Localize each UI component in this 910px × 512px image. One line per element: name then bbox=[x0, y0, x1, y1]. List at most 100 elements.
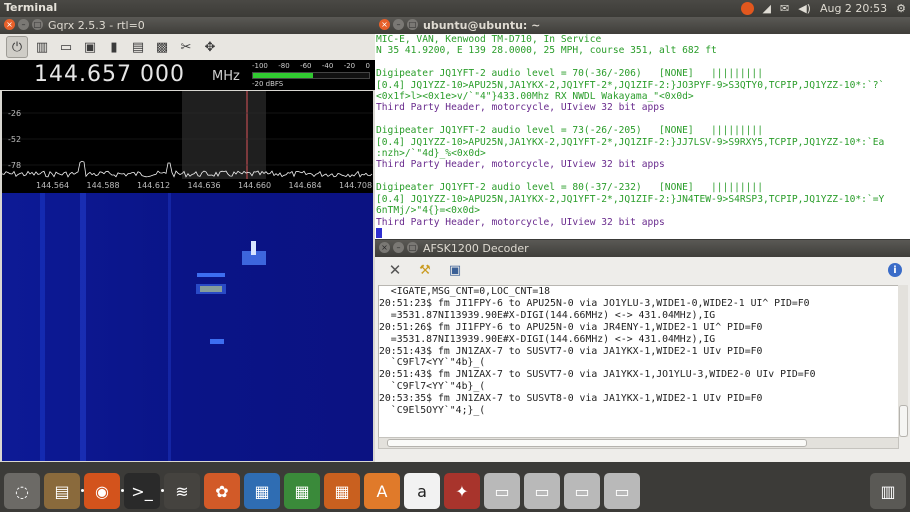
gqrx-window: × – □ Gqrx 2.5.3 - rtl=0 ⏻ ▥ ▭ ▣ ▮ ▤ ▩ ✂… bbox=[0, 17, 375, 462]
minimize-icon[interactable]: – bbox=[393, 19, 404, 30]
clock[interactable]: Aug 2 20:53 bbox=[820, 2, 887, 15]
terminal-line: 6nTMj/>"4{}=<0x0d> bbox=[376, 205, 480, 217]
trash-icon[interactable]: ▥ bbox=[870, 473, 906, 509]
maximize-icon[interactable]: □ bbox=[407, 242, 418, 253]
scrollbar-thumb[interactable] bbox=[899, 405, 908, 437]
terminal-line: [0.4] JQ1YZZ-10>APU25N,JA1YKX-2,JQ1YFT-2… bbox=[376, 193, 885, 205]
terminal-line: Digipeater JQ1YFT-2 audio level = 73(-26… bbox=[376, 125, 763, 137]
close-icon[interactable]: × bbox=[4, 19, 15, 30]
frequency-value[interactable]: 144.657 000 bbox=[34, 62, 185, 87]
top-panel: Terminal ◢ ✉ ◀) Aug 2 20:53 ⚙ bbox=[0, 0, 910, 17]
running-indicator bbox=[81, 489, 84, 492]
filter-passband[interactable] bbox=[182, 91, 266, 179]
terminal-line: Digipeater JQ1YFT-2 audio level = 80(-37… bbox=[376, 182, 763, 194]
save-icon[interactable]: ▣ bbox=[445, 260, 465, 280]
decoder-toolbar: ✕ ⚒ ▣ i bbox=[375, 257, 910, 283]
maximize-icon[interactable]: □ bbox=[32, 19, 43, 30]
decoder-title: AFSK1200 Decoder bbox=[423, 242, 529, 255]
gear-icon[interactable]: ⚙ bbox=[896, 2, 906, 15]
amazon-icon[interactable]: a bbox=[404, 473, 440, 509]
spectrum-x-label: 144.588 bbox=[87, 181, 120, 190]
gqrx-titlebar[interactable]: × – □ Gqrx 2.5.3 - rtl=0 bbox=[0, 17, 375, 34]
broom-icon[interactable]: ⚒ bbox=[415, 260, 435, 280]
ubuntu-update-icon[interactable] bbox=[740, 2, 754, 15]
save-icon[interactable]: ▣ bbox=[80, 37, 100, 57]
mail-icon[interactable]: ✉ bbox=[780, 2, 789, 15]
decoder-line: `C9El5OYY`"4;}_( bbox=[379, 405, 486, 417]
signal-meter: -100 -80 -60 -40 -20 0 -20 dBFS bbox=[252, 62, 370, 88]
clear-icon[interactable]: ✕ bbox=[385, 260, 405, 280]
decoder-horizontal-scrollbar[interactable] bbox=[378, 437, 899, 449]
maximize-icon[interactable]: □ bbox=[407, 19, 418, 30]
drive-icon-2[interactable]: ▭ bbox=[524, 473, 560, 509]
running-indicator bbox=[121, 489, 124, 492]
decoder-line: 20:51:26$ fm JI1FPY-6 to APU25N-0 via JR… bbox=[379, 321, 763, 333]
system-tray: ◢ ✉ ◀) Aug 2 20:53 ⚙ bbox=[740, 0, 906, 17]
remote-icon[interactable]: ▩ bbox=[152, 37, 172, 57]
volume-icon[interactable]: ◀) bbox=[798, 2, 811, 15]
decoder-line: =3531.87NI13939.90E#X-DIGI(144.66MHz) <-… bbox=[379, 333, 716, 345]
move-icon[interactable]: ✥ bbox=[200, 37, 220, 57]
terminal-icon[interactable]: >_ bbox=[121, 473, 160, 509]
gqrx-title: Gqrx 2.5.3 - rtl=0 bbox=[48, 19, 145, 32]
signal-meter-fill bbox=[253, 73, 314, 78]
software-center-icon[interactable]: A bbox=[364, 473, 400, 509]
terminal-line: Digipeater JQ1YFT-2 audio level = 70(-36… bbox=[376, 68, 763, 80]
gqrx-icon[interactable]: ≋ bbox=[161, 473, 200, 509]
drive-icon-3[interactable]: ▭ bbox=[564, 473, 600, 509]
spectrum-x-label: 144.636 bbox=[188, 181, 221, 190]
terminal-line: [0.4] JQ1YZZ-10>APU25N,JA1YKX-2,JQ1YFT-2… bbox=[376, 136, 885, 148]
scrollbar-thumb[interactable] bbox=[387, 439, 807, 447]
minimize-icon[interactable]: – bbox=[18, 19, 29, 30]
impress-icon[interactable]: ▦ bbox=[324, 473, 360, 509]
decoder-output[interactable]: <IGATE,MSG_CNT=0,LOC_CNT=18 20:51:23$ fm … bbox=[378, 285, 899, 439]
drive-icon-1[interactable]: ▭ bbox=[484, 473, 520, 509]
settings-icon[interactable]: ✂ bbox=[176, 37, 196, 57]
spectrum-plot[interactable]: -26-52-78 144.564 144.588 144.612 144.636 14… bbox=[2, 91, 373, 193]
frequency-display[interactable]: 144.657 000 MHz -100 -80 -60 -40 -20 0 -20 dB… bbox=[0, 60, 375, 90]
signal-meter-label: -20 dBFS bbox=[252, 80, 284, 88]
spectrum-x-label: 144.612 bbox=[137, 181, 170, 190]
decoder-line: `C9Fl7<YY`"4b}_( bbox=[379, 381, 486, 393]
close-icon[interactable]: × bbox=[379, 242, 390, 253]
signal-meter-tick: -80 bbox=[278, 62, 290, 70]
spectrum-x-label: 144.684 bbox=[289, 181, 322, 190]
terminal-cursor bbox=[376, 227, 382, 238]
device-icon[interactable]: ▥ bbox=[32, 37, 52, 57]
decoder-line: <IGATE,MSG_CNT=0,LOC_CNT=18 bbox=[379, 286, 551, 297]
ubuntu-software-icon[interactable]: ✿ bbox=[204, 473, 240, 509]
signal-meter-tick: -40 bbox=[321, 62, 334, 70]
fft-icon[interactable]: ▤ bbox=[128, 37, 148, 57]
running-indicator bbox=[161, 489, 164, 492]
launcher-dock: ◌ ▤ ◉ >_ ≋ ✿ ▦ ▦ ▦ Aa ✦ ▭ ▭ ▭ ▭ ▥ bbox=[0, 470, 910, 512]
calc-icon[interactable]: ▦ bbox=[284, 473, 320, 509]
firefox-icon[interactable]: ◉ bbox=[81, 473, 120, 509]
system-settings-icon[interactable]: ✦ bbox=[444, 473, 480, 509]
decoder-vertical-scrollbar[interactable] bbox=[898, 285, 908, 437]
open-icon[interactable]: ▭ bbox=[56, 37, 76, 57]
spectrum-y-label: -52 bbox=[8, 135, 21, 144]
wifi-icon[interactable]: ◢ bbox=[763, 2, 771, 15]
decoder-line: 20:51:23$ fm JI1FPY-6 to APU25N-0 via JO… bbox=[379, 297, 810, 309]
power-icon[interactable]: ⏻ bbox=[6, 36, 28, 58]
waterfall-display[interactable] bbox=[2, 193, 373, 461]
close-icon[interactable]: × bbox=[379, 19, 390, 30]
info-icon[interactable]: i bbox=[888, 263, 902, 277]
terminal-line: MIC-E, VAN, Kenwood TM-D710, In Service bbox=[376, 34, 602, 45]
decoder-line: 20:51:43$ fm JN1ZAX-7 to SUSVT7-0 via JA… bbox=[379, 345, 763, 357]
writer-icon[interactable]: ▦ bbox=[244, 473, 280, 509]
spectrum-y-labels: -26 -52 -78 bbox=[8, 109, 21, 170]
files-icon[interactable]: ▤ bbox=[44, 473, 80, 509]
drive-icon-4[interactable]: ▭ bbox=[604, 473, 640, 509]
record-icon[interactable]: ▮ bbox=[104, 37, 124, 57]
frequency-unit: MHz bbox=[212, 69, 240, 84]
signal-meter-tick: -60 bbox=[300, 62, 312, 70]
dash-icon[interactable]: ◌ bbox=[4, 473, 40, 509]
spectrum-x-label: 144.660 bbox=[238, 181, 271, 190]
minimize-icon[interactable]: – bbox=[393, 242, 404, 253]
decoder-titlebar[interactable]: × – □ AFSK1200 Decoder bbox=[375, 240, 910, 257]
terminal-output[interactable]: MIC-E, VAN, Kenwood TM-D710, In Service N… bbox=[375, 34, 910, 239]
terminal-titlebar[interactable]: × – □ ubuntu@ubuntu: ~ bbox=[375, 17, 910, 34]
